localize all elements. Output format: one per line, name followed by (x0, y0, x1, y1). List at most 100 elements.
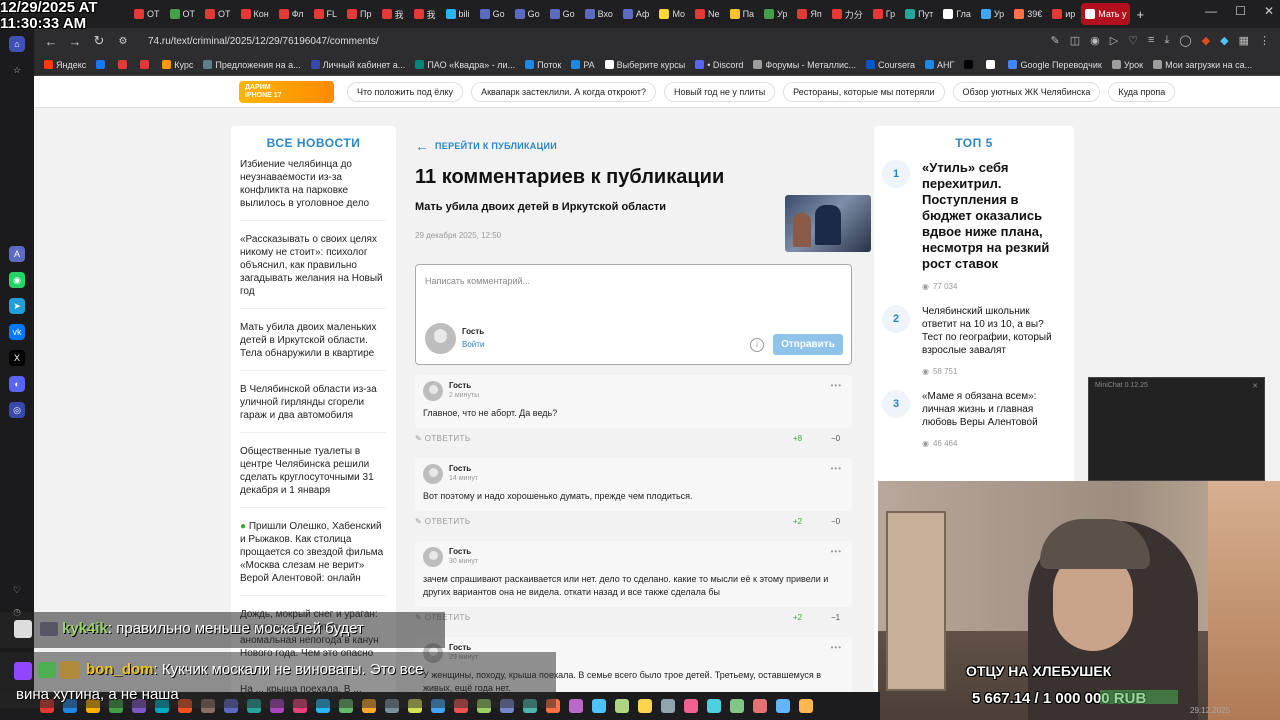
minichat-close-icon[interactable]: ✕ (1252, 382, 1258, 390)
close-window-icon[interactable]: ✕ (1264, 4, 1274, 18)
bookmark-item[interactable]: ПАО «Квадра» - ли... (415, 60, 515, 70)
browser-tab[interactable]: Пр (343, 3, 375, 25)
discord-icon[interactable]: ◐ (9, 376, 25, 392)
bookmark-item[interactable]: Предложения на а... (203, 60, 301, 70)
bookmark-item[interactable] (96, 60, 108, 69)
bookmark-item[interactable]: Поток (525, 60, 561, 70)
promo-chip[interactable]: Что положить под ёлку (347, 81, 464, 102)
messenger-icon[interactable]: ◎ (9, 402, 25, 418)
reload-icon[interactable]: ↻ (92, 33, 106, 49)
browser-tab[interactable]: FL (310, 3, 342, 25)
news-item[interactable]: Избиение челябинца до неузнаваемости из-… (240, 158, 386, 221)
forward-arrow-icon[interactable]: → (68, 34, 82, 49)
ai-icon[interactable]: A (9, 246, 25, 262)
browser-tab[interactable]: Ne (691, 3, 724, 25)
upvote-count[interactable]: +2 (793, 613, 802, 622)
bookmark-item[interactable]: Личный кабинет а... (310, 60, 405, 70)
browser-tab[interactable]: 力分 (828, 3, 867, 25)
back-to-article-link[interactable]: ← ПЕРЕЙТИ К ПУБЛИКАЦИИ (415, 138, 855, 154)
browser-tab[interactable]: Ур (760, 3, 791, 25)
sidebar-toggle-icon[interactable]: ▦ (1239, 34, 1249, 47)
promo-badge[interactable]: ДАРИМ IPHONE 17 (239, 81, 334, 103)
taskbar-app-icon[interactable] (638, 699, 652, 713)
promo-chip[interactable]: Куда пропа (1108, 81, 1176, 102)
upvote-count[interactable]: +2 (793, 517, 802, 526)
bookmark-item[interactable] (964, 60, 976, 69)
news-item[interactable]: Общественные туалеты в центре Челябинска… (240, 445, 386, 508)
profile-icon[interactable]: ◯ (1179, 34, 1191, 47)
camera-icon[interactable]: ◫ (1070, 34, 1080, 47)
browser-tab[interactable]: ир (1048, 3, 1079, 25)
play-icon[interactable]: ▷ (1110, 34, 1118, 47)
browser-tab[interactable]: ОТ (201, 3, 235, 25)
bookmark-item[interactable]: Coursera (866, 60, 915, 70)
browser-tab[interactable]: bili (442, 3, 474, 25)
star-icon[interactable]: ☆ (9, 62, 25, 78)
browser-tab[interactable]: Фл (275, 3, 308, 25)
taskbar-app-icon[interactable] (684, 699, 698, 713)
url-text[interactable]: 74.ru/text/criminal/2025/12/29/76196047/… (148, 36, 379, 47)
site-info-icon[interactable]: ⚙ (116, 36, 130, 47)
browser-tab[interactable]: 我 (410, 3, 440, 25)
browser-tab[interactable]: Па (726, 3, 758, 25)
bookmark-item[interactable]: Урок (1111, 60, 1143, 70)
whatsapp-icon[interactable]: ◉ (9, 272, 25, 288)
bookmark-item[interactable] (986, 60, 998, 69)
comment-input[interactable]: Написать комментарий... (425, 276, 530, 286)
comment-more-icon[interactable]: ••• (831, 381, 842, 390)
comment-more-icon[interactable]: ••• (831, 547, 842, 556)
browser-tab[interactable]: Яп (793, 3, 825, 25)
downvote-count[interactable]: −0 (831, 517, 840, 526)
top5-item[interactable]: 3 «Маме я обязана всем»: личная жизнь и г… (882, 390, 1066, 448)
browser-tab[interactable]: Go (476, 3, 509, 25)
login-link[interactable]: Войти (462, 340, 484, 349)
browser-tab[interactable]: 39€ (1010, 3, 1046, 25)
minimize-icon[interactable]: — (1205, 4, 1217, 18)
more-icon[interactable]: ⋮ (1259, 34, 1270, 47)
news-item[interactable]: «Рассказывать о своих целях никому не ст… (240, 233, 386, 309)
browser-tab[interactable]: ОТ (130, 3, 164, 25)
taskbar-app-icon[interactable] (615, 699, 629, 713)
taskbar-app-icon[interactable] (707, 699, 721, 713)
vk-icon[interactable]: vk (9, 324, 25, 340)
info-icon[interactable]: i (750, 338, 764, 352)
promo-chip[interactable]: Обзор уютных ЖК Челябинска (952, 81, 1101, 102)
downvote-count[interactable]: −1 (831, 613, 840, 622)
bookmark-item[interactable] (118, 60, 130, 69)
browser-tab[interactable]: Мать у (1081, 3, 1131, 25)
bookmark-item[interactable]: Мои загрузки на са... (1153, 60, 1252, 70)
minichat-window[interactable]: MiniChat 0.12.25 ✕ (1088, 377, 1265, 481)
bookmark-item[interactable]: Курс (162, 60, 193, 70)
taskbar-app-icon[interactable] (776, 699, 790, 713)
promo-chip[interactable]: Аквапарк застеклили. А когда откроют? (471, 81, 657, 102)
browser-tab[interactable]: 我 (378, 3, 408, 25)
bookmark-item[interactable] (140, 60, 152, 69)
browser-tab[interactable]: Пут (901, 3, 937, 25)
comment-more-icon[interactable]: ••• (831, 643, 842, 652)
maximize-icon[interactable]: ☐ (1235, 4, 1246, 18)
bookmark-item[interactable]: PA (571, 60, 595, 70)
taskbar-app-icon[interactable] (753, 699, 767, 713)
bookmark-item[interactable]: Форумы - Металлис... (753, 60, 856, 70)
favorite-icon[interactable]: ♡ (1128, 34, 1138, 47)
heart-icon[interactable]: ♡ (9, 582, 25, 598)
browser-tab[interactable]: ОТ (166, 3, 200, 25)
browser-tab[interactable]: Кон (237, 3, 273, 25)
news-item[interactable]: В Челябинской области из-за уличной гирл… (240, 383, 386, 433)
taskbar-app-icon[interactable] (799, 699, 813, 713)
reply-button[interactable]: ✎ ОТВЕТИТЬ (415, 434, 471, 443)
extension-icon[interactable]: ◆ (1202, 34, 1210, 47)
news-item[interactable]: Мать убила двоих маленьких детей в Иркут… (240, 321, 386, 371)
translate-icon[interactable]: ◉ (1090, 34, 1100, 47)
back-arrow-icon[interactable]: ← (44, 34, 58, 49)
browser-tab[interactable]: Вхо (581, 3, 617, 25)
download-icon[interactable]: ⤓ (1164, 34, 1169, 47)
top5-item[interactable]: 2 Челябинский школьник ответит на 10 из 1… (882, 305, 1066, 376)
browser-tab[interactable]: Гр (869, 3, 899, 25)
browser-tab[interactable]: Мо (655, 3, 689, 25)
bookmark-item[interactable]: Выберите курсы (604, 60, 685, 70)
browser-tab[interactable]: Go (546, 3, 579, 25)
telegram-icon[interactable]: ➤ (9, 298, 25, 314)
vpn-icon[interactable]: ◆ (1220, 34, 1228, 47)
browser-tab[interactable]: Go (511, 3, 544, 25)
